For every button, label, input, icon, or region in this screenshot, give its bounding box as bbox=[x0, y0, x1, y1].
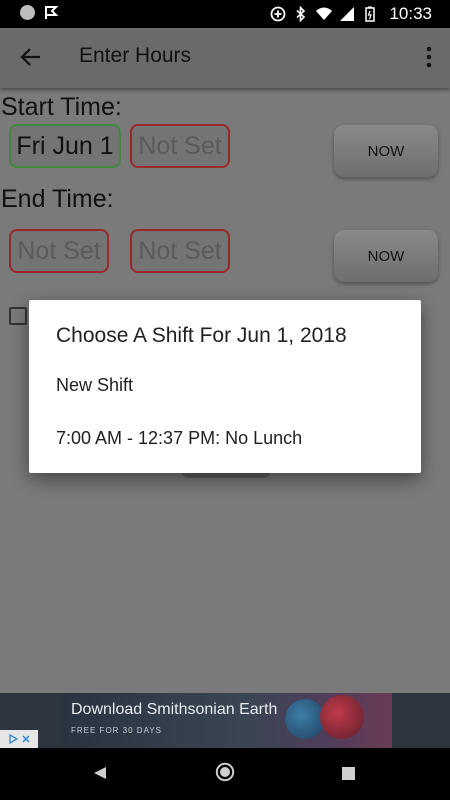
clock: 10:33 bbox=[389, 4, 432, 23]
start-date-field[interactable]: Fri Jun 1 bbox=[9, 124, 121, 168]
app-bar: Enter Hours bbox=[0, 28, 450, 88]
dialog-item-new-shift[interactable]: New Shift bbox=[56, 375, 133, 396]
end-time-label: End Time: bbox=[1, 185, 114, 213]
start-time-label: Start Time: bbox=[1, 93, 122, 121]
ad-image-fish-2 bbox=[320, 695, 364, 739]
notification-dot-icon bbox=[20, 5, 35, 20]
nav-home-icon[interactable] bbox=[215, 762, 235, 782]
nav-back-icon[interactable] bbox=[93, 766, 107, 780]
data-saver-icon bbox=[271, 6, 286, 22]
ad-title: Download Smithsonian Earth bbox=[71, 701, 278, 718]
ad-subtitle: FREE FOR 30 DAYS bbox=[71, 726, 162, 735]
start-time-field[interactable]: Not Set bbox=[130, 124, 230, 168]
wifi-icon bbox=[316, 7, 333, 20]
page-title: Enter Hours bbox=[79, 44, 192, 67]
ad-banner[interactable]: Download Smithsonian Earth FREE FOR 30 D… bbox=[0, 693, 450, 748]
ad-info-icon bbox=[8, 734, 18, 744]
ad-image-fish bbox=[285, 699, 325, 739]
dialog-item-shift[interactable]: 7:00 AM - 12:37 PM: No Lunch bbox=[56, 428, 302, 449]
status-bar: 10:33 bbox=[0, 0, 450, 28]
end-now-button[interactable]: NOW bbox=[334, 230, 438, 282]
back-arrow-icon[interactable] bbox=[20, 46, 42, 68]
ad-choices-badge[interactable] bbox=[0, 730, 38, 748]
option-checkbox[interactable] bbox=[9, 307, 27, 325]
nav-recents-icon[interactable] bbox=[342, 767, 355, 780]
system-nav-bar bbox=[0, 748, 450, 800]
overflow-menu-icon[interactable] bbox=[426, 46, 432, 68]
app-notification-icon bbox=[45, 6, 59, 19]
end-date-field[interactable]: Not Set bbox=[9, 229, 109, 273]
battery-icon bbox=[365, 6, 376, 22]
choose-shift-dialog: Choose A Shift For Jun 1, 2018 New Shift… bbox=[29, 300, 421, 473]
bluetooth-icon bbox=[296, 6, 306, 22]
ad-close-icon[interactable] bbox=[21, 734, 31, 744]
signal-icon bbox=[340, 7, 355, 21]
end-time-field[interactable]: Not Set bbox=[130, 229, 230, 273]
dialog-title: Choose A Shift For Jun 1, 2018 bbox=[56, 324, 347, 347]
start-now-button[interactable]: NOW bbox=[334, 125, 438, 177]
